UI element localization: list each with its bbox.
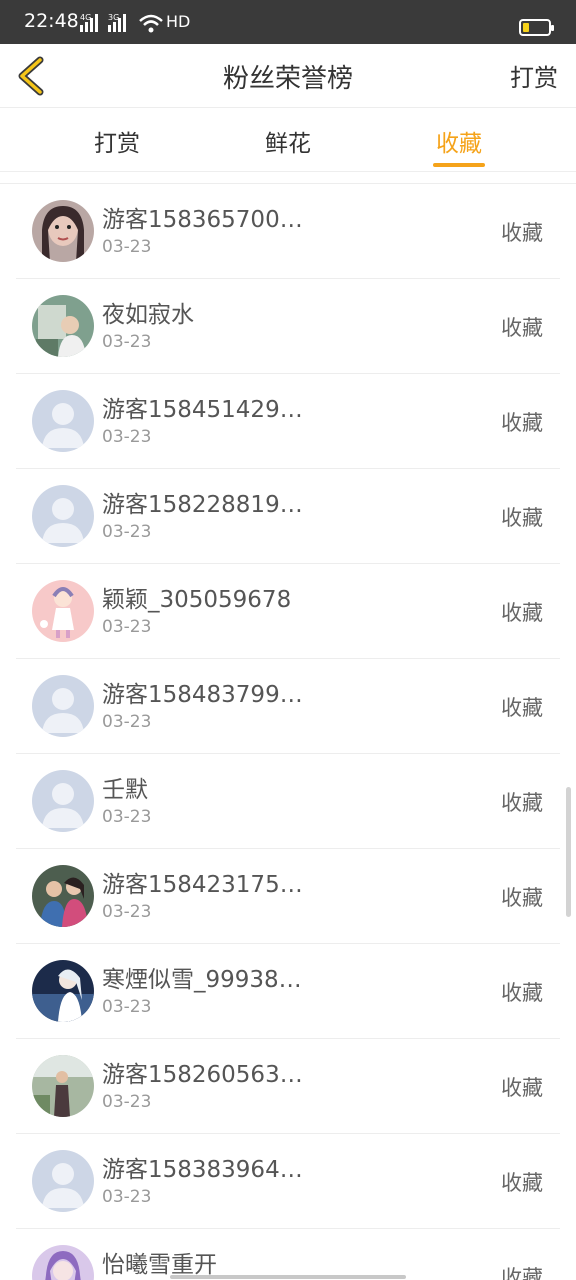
battery-level (523, 23, 529, 32)
fan-name: 游客158451429… (102, 397, 303, 423)
fan-list: 游客158365700… 03-23 收藏 夜如寂水 03-23 收藏 游客15… (0, 183, 576, 1280)
fan-name: 游客158260563… (102, 1062, 303, 1088)
fan-date: 03-23 (102, 522, 152, 542)
list-item[interactable]: 游客158228819… 03-23 收藏 (0, 469, 576, 564)
fan-action: 收藏 (501, 506, 543, 530)
list-item[interactable]: 颖颖_305059678 03-23 收藏 (0, 564, 576, 659)
network-label-3g: 3G (108, 13, 119, 22)
fan-name: 游客158483799… (102, 682, 303, 708)
fan-date: 03-23 (102, 332, 152, 352)
fan-date: 03-23 (102, 902, 152, 922)
default-avatar-icon (32, 770, 94, 832)
active-tab-indicator (433, 163, 485, 167)
list-item[interactable]: 寒煙似雪_99938… 03-23 收藏 (0, 944, 576, 1039)
avatar (32, 960, 94, 1022)
list-item[interactable]: 游客158260563… 03-23 收藏 (0, 1039, 576, 1134)
page-title: 粉丝荣誉榜 (222, 64, 353, 94)
fan-name: 游客158365700… (102, 207, 303, 233)
fan-date: 03-23 (102, 997, 152, 1017)
fan-date: 03-23 (102, 1187, 152, 1207)
avatar (32, 295, 94, 357)
fan-name: 怡曦雪重开 (102, 1252, 217, 1278)
fan-date: 03-23 (102, 807, 152, 827)
fan-action: 收藏 (501, 411, 543, 435)
list-item[interactable]: 游客158383964… 03-23 收藏 (0, 1134, 576, 1229)
fan-action: 收藏 (501, 221, 543, 245)
avatar (32, 1245, 94, 1280)
fan-action: 收藏 (501, 316, 543, 340)
fan-action: 收藏 (501, 791, 543, 815)
list-item[interactable]: 壬默 03-23 收藏 (0, 754, 576, 849)
fan-action: 收藏 (501, 696, 543, 720)
list-item[interactable]: 游客158483799… 03-23 收藏 (0, 659, 576, 754)
fan-name: 夜如寂水 (102, 302, 194, 328)
list-item[interactable]: 怡曦雪重开 收藏 (0, 1229, 576, 1280)
tab-reward[interactable]: 打赏 (62, 124, 172, 158)
fan-date: 03-23 (102, 237, 152, 257)
list-item[interactable]: 游客158423175… 03-23 收藏 (0, 849, 576, 944)
tab-flowers[interactable]: 鲜花 (233, 124, 343, 158)
fan-name: 寒煙似雪_99938… (102, 967, 302, 993)
avatar (32, 865, 94, 927)
avatar (32, 580, 94, 642)
default-avatar-icon (32, 485, 94, 547)
battery-icon (519, 19, 554, 36)
fan-action: 收藏 (501, 1171, 543, 1195)
fan-date: 03-23 (102, 712, 152, 732)
list-item[interactable]: 游客158451429… 03-23 收藏 (0, 374, 576, 469)
list-item[interactable]: 夜如寂水 03-23 收藏 (0, 279, 576, 374)
hd-label: HD (166, 12, 191, 31)
fan-action: 收藏 (501, 981, 543, 1005)
fan-action: 收藏 (501, 601, 543, 625)
fan-action: 收藏 (501, 886, 543, 910)
status-time: 22:48 (24, 10, 79, 32)
header: 粉丝荣誉榜 打赏 (0, 44, 576, 108)
scrollbar[interactable] (566, 787, 571, 917)
default-avatar-icon (32, 1150, 94, 1212)
tab-bar: 打赏 鲜花 收藏 (0, 108, 576, 172)
fan-date: 03-23 (102, 1092, 152, 1112)
fan-date: 03-23 (102, 427, 152, 447)
avatar (32, 200, 94, 262)
fan-name: 游客158228819… (102, 492, 303, 518)
fan-name: 壬默 (102, 777, 148, 803)
default-avatar-icon (32, 390, 94, 452)
reward-button[interactable]: 打赏 (510, 58, 558, 93)
home-indicator[interactable] (170, 1275, 406, 1279)
fan-name: 游客158383964… (102, 1157, 303, 1183)
fan-action: 收藏 (501, 1076, 543, 1100)
avatar (32, 1055, 94, 1117)
default-avatar-icon (32, 675, 94, 737)
status-bar: 22:48 4G 3G HD (0, 0, 576, 44)
fan-action: 收藏 (501, 1266, 543, 1280)
list-item[interactable]: 游客158365700… 03-23 收藏 (0, 184, 576, 279)
tab-favorites[interactable]: 收藏 (404, 124, 514, 158)
network-label-4g: 4G (80, 13, 91, 22)
fan-date: 03-23 (102, 617, 152, 637)
fan-name: 颖颖_305059678 (102, 587, 292, 613)
fan-name: 游客158423175… (102, 872, 303, 898)
